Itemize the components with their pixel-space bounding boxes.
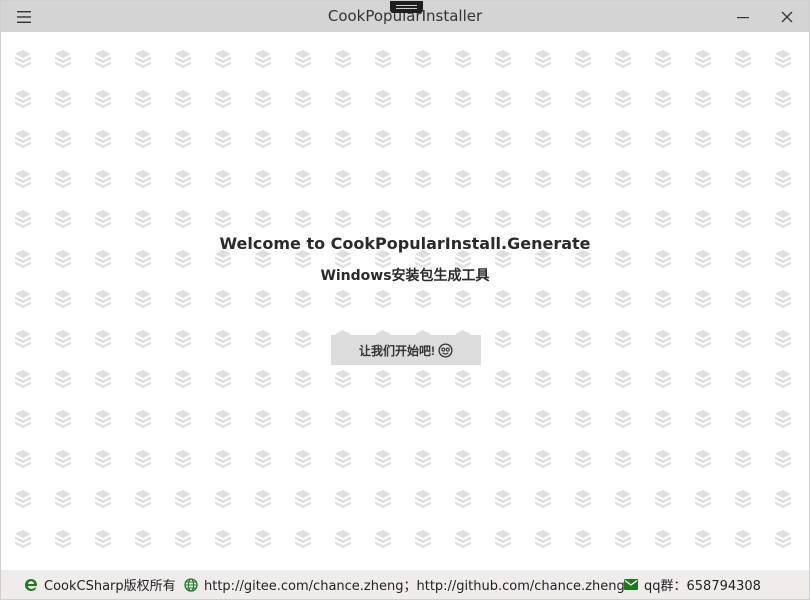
status-bar: CookCSharp版权所有 http://gitee.com/chance.z… (1, 570, 809, 599)
main-content: Welcome to CookPopularInstall.Generate W… (1, 32, 809, 570)
drag-grip-handle[interactable] (390, 1, 423, 13)
repository-links-item[interactable]: http://gitee.com/chance.zheng；http://git… (184, 570, 625, 599)
layers-background-pattern (1, 32, 809, 570)
edge-browser-icon (25, 578, 37, 591)
app-window: CookPopularInstaller Welcome to CookPopu… (0, 0, 810, 600)
copyright-item: CookCSharp版权所有 (24, 570, 176, 599)
title-bar[interactable]: CookPopularInstaller (1, 1, 809, 32)
start-button[interactable]: 让我们开始吧! (331, 335, 481, 365)
app-subtitle: Windows安装包生成工具 (320, 268, 490, 284)
start-button-label: 让我们开始吧! (359, 343, 435, 358)
minimize-icon (737, 16, 749, 18)
smile-icon (438, 342, 453, 358)
welcome-heading: Welcome to CookPopularInstall.Generate (219, 234, 591, 253)
menu-button[interactable] (10, 6, 38, 28)
minimize-button[interactable] (721, 1, 765, 32)
close-button[interactable] (765, 1, 809, 32)
hamburger-icon (17, 11, 31, 23)
mail-icon (624, 579, 638, 590)
qq-group-item: qq群：658794308 (624, 570, 761, 599)
qq-group-text: qq群：658794308 (644, 579, 761, 594)
close-icon (781, 11, 793, 22)
copyright-text: CookCSharp版权所有 (44, 579, 176, 594)
globe-icon (184, 577, 198, 592)
repository-links-text[interactable]: http://gitee.com/chance.zheng；http://git… (204, 575, 625, 594)
